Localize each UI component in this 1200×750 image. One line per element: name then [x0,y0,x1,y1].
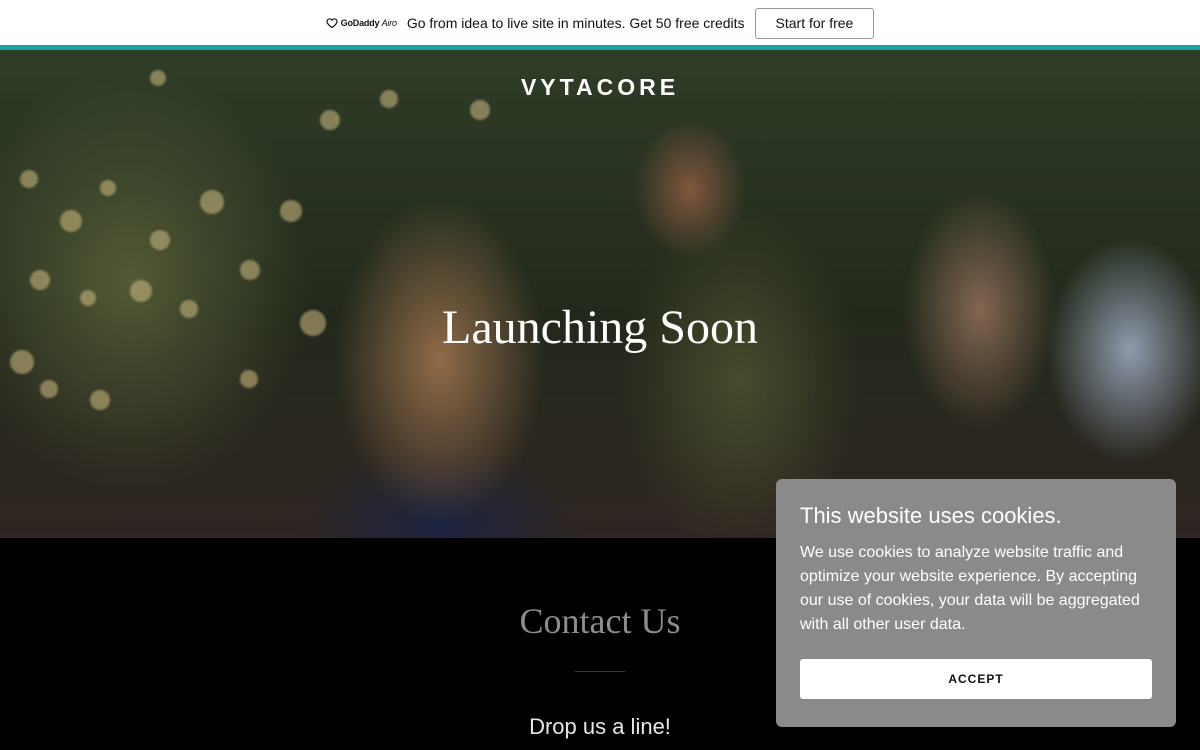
promo-message: Go from idea to live site in minutes. Ge… [406,15,745,31]
godaddy-heart-icon [326,18,338,29]
hero-section: VYTACORE Launching Soon [0,50,1200,538]
site-logo[interactable]: VYTACORE [0,74,1200,101]
brand-name: GoDaddy Airo [340,18,397,28]
start-for-free-button[interactable]: Start for free [754,7,875,39]
hero-headline: Launching Soon [442,301,758,354]
promo-bar: GoDaddy Airo Go from idea to live site i… [0,0,1200,46]
contact-divider [575,671,625,672]
accept-cookies-button[interactable]: ACCEPT [800,659,1152,699]
cookie-banner: This website uses cookies. We use cookie… [776,479,1176,727]
godaddy-airo-logo[interactable]: GoDaddy Airo [326,17,397,29]
cookie-banner-body: We use cookies to analyze website traffi… [800,544,1140,633]
hero-overlay [0,50,1200,538]
cookie-banner-title: This website uses cookies. [800,503,1062,528]
